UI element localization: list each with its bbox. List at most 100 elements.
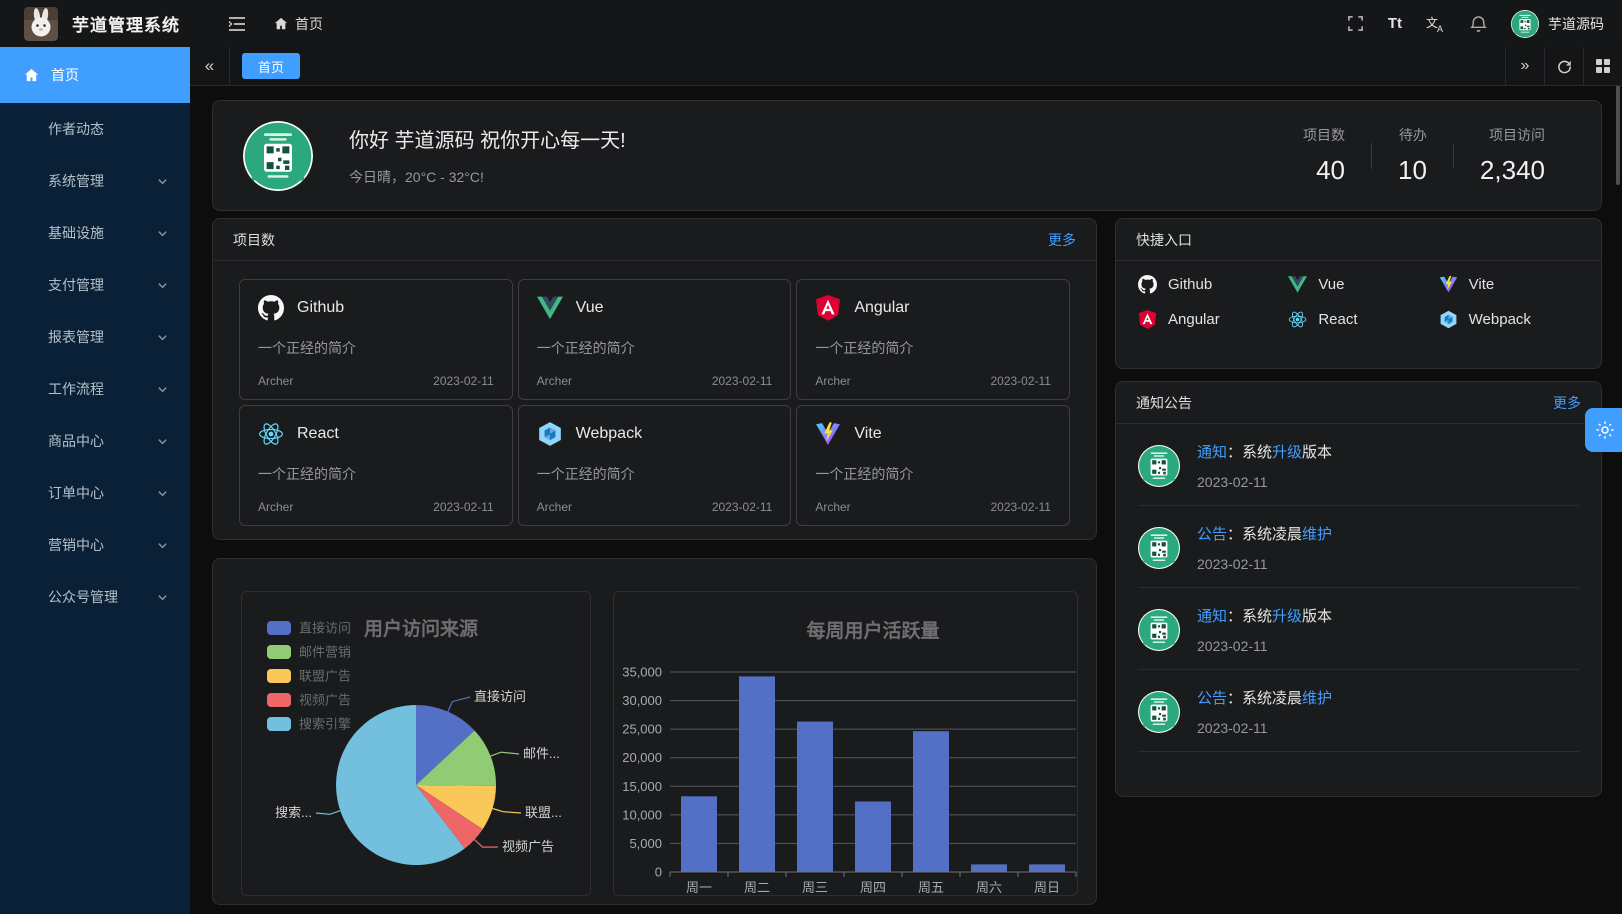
legend-swatch[interactable] [267,669,291,683]
pie-label: 直接访问 [474,689,526,704]
bell-icon[interactable] [1470,15,1487,33]
quick-entry-angular[interactable]: Angular [1138,310,1288,329]
project-tile-vue[interactable]: Vue 一个正经的简介 Archer2023-02-11 [518,279,792,400]
sidebar-item-8[interactable]: 订单中心 [0,467,190,519]
bar-4[interactable] [913,731,949,872]
charts-card: 用户访问来源 直接访问邮件营销联盟广告视频广告搜索引擎直接访问邮件...联盟..… [212,558,1097,905]
vite-icon [1439,275,1458,294]
project-tile-react[interactable]: React 一个正经的简介 Archer2023-02-11 [239,405,513,526]
page-tab-home[interactable]: 首页 [242,53,300,79]
quick-entry-vue[interactable]: Vue [1288,275,1438,294]
app-title: 芋道管理系统 [72,11,180,36]
legend-label: 视频广告 [299,693,351,708]
translate-icon[interactable]: 文A [1426,15,1446,33]
legend-label: 直接访问 [299,621,351,636]
greeting-card: 你好 芋道源码 祝你开心每一天! 今日晴，20°C - 32°C! 项目数40待… [212,100,1602,211]
notice-title: 公告：系统凌晨维护 [1197,523,1579,544]
angular-icon [1138,310,1157,329]
sidebar-item-2[interactable]: 系统管理 [0,155,190,207]
sidebar-item-label: 工作流程 [48,379,104,399]
quick-entry-label: React [1318,311,1357,328]
legend-swatch[interactable] [267,645,291,659]
sidebar-item-0[interactable]: 首页 [0,47,190,103]
notice-item-0[interactable]: 通知：系统升级版本 2023-02-11 [1138,424,1579,506]
sidebar-item-label: 首页 [51,65,79,85]
legend-swatch[interactable] [267,693,291,707]
breadcrumb[interactable]: 首页 [274,14,323,34]
x-tick-label: 周四 [860,880,886,895]
bar-0[interactable] [681,796,717,872]
layout-grid-icon[interactable] [1583,47,1622,86]
stat-value: 10 [1398,155,1427,186]
notice-avatar [1138,445,1180,487]
notice-item-2[interactable]: 通知：系统升级版本 2023-02-11 [1138,588,1579,670]
user-menu[interactable]: 芋道源码 [1511,10,1604,38]
project-tile-vite[interactable]: Vite 一个正经的简介 Archer2023-02-11 [796,405,1070,526]
legend-swatch[interactable] [267,717,291,731]
sidebar-item-10[interactable]: 公众号管理 [0,571,190,623]
y-tick-label: 20,000 [622,750,662,765]
vite-icon [815,421,841,447]
legend-label: 邮件营销 [299,645,351,660]
sidebar-item-4[interactable]: 支付管理 [0,259,190,311]
chevron-down-icon [157,488,168,499]
font-size-icon[interactable]: Tt [1388,15,1402,32]
home-icon [274,17,288,31]
project-date: 2023-02-11 [712,374,773,388]
sidebar-item-9[interactable]: 营销中心 [0,519,190,571]
sidebar-item-label: 作者动态 [48,119,104,139]
settings-gear-button[interactable] [1585,408,1622,452]
projects-more-link[interactable]: 更多 [1048,230,1076,250]
chevron-down-icon [157,384,168,395]
pie-label-line [493,809,522,814]
quick-entry-webpack[interactable]: Webpack [1439,310,1589,329]
project-name: React [297,425,339,443]
notice-item-3[interactable]: 公告：系统凌晨维护 2023-02-11 [1138,670,1579,752]
project-tile-angular[interactable]: Angular 一个正经的简介 Archer2023-02-11 [796,279,1070,400]
scroll-tabs-right-icon[interactable]: » [1505,47,1544,86]
quick-entry-vite[interactable]: Vite [1439,275,1589,294]
greeting-avatar [243,121,313,191]
github-icon [1138,275,1157,294]
greeting-title: 你好 芋道源码 祝你开心每一天! [349,124,626,153]
quick-entry-github[interactable]: Github [1138,275,1288,294]
sidebar-item-7[interactable]: 商品中心 [0,415,190,467]
fullscreen-icon[interactable] [1347,15,1364,32]
project-tile-webpack[interactable]: Webpack 一个正经的简介 Archer2023-02-11 [518,405,792,526]
menu-fold-icon[interactable] [228,16,246,32]
refresh-icon[interactable] [1544,47,1583,86]
x-tick-label: 周日 [1034,880,1060,895]
sidebar-item-5[interactable]: 报表管理 [0,311,190,363]
vue-icon [537,295,563,321]
sidebar-item-3[interactable]: 基础设施 [0,207,190,259]
bar-6[interactable] [1029,864,1065,872]
notice-more-link[interactable]: 更多 [1553,393,1581,413]
bar-5[interactable] [971,864,1007,872]
bar-3[interactable] [855,802,891,873]
quick-entry-react[interactable]: React [1288,310,1438,329]
project-date: 2023-02-11 [990,500,1051,514]
y-tick-label: 5,000 [629,836,662,851]
bar-1[interactable] [739,676,775,872]
y-tick-label: 15,000 [622,779,662,794]
user-avatar [1511,10,1539,38]
sidebar-item-label: 公众号管理 [48,587,118,607]
webpack-icon [537,421,563,447]
pie-label-line [475,840,499,848]
project-tile-github[interactable]: Github 一个正经的简介 Archer2023-02-11 [239,279,513,400]
notice-date: 2023-02-11 [1197,556,1579,572]
project-date: 2023-02-11 [433,374,494,388]
stat-2: 项目访问2,340 [1454,125,1571,186]
sidebar-item-1[interactable]: 作者动态 [0,103,190,155]
sidebar-item-label: 订单中心 [48,483,104,503]
notice-item-1[interactable]: 公告：系统凌晨维护 2023-02-11 [1138,506,1579,588]
legend-swatch[interactable] [267,621,291,635]
collapse-tabs-icon[interactable]: « [190,47,230,86]
bar-title: 每周用户活跃量 [806,619,939,642]
app-logo [24,7,58,41]
chevron-down-icon [157,592,168,603]
project-desc: 一个正经的简介 [258,464,494,484]
sidebar-item-6[interactable]: 工作流程 [0,363,190,415]
bar-2[interactable] [797,722,833,872]
sidebar-item-label: 基础设施 [48,223,104,243]
